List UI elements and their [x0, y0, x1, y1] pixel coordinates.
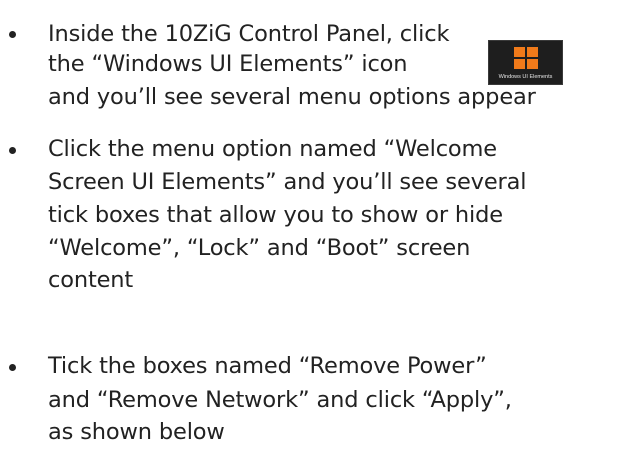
bullet-line: Click the menu option named “Welcome	[48, 136, 497, 162]
bullet-line: Tick the boxes named “Remove Power”	[48, 353, 487, 379]
windows-ui-elements-icon: Windows UI Elements	[488, 40, 563, 85]
bullet-line: content	[48, 267, 134, 293]
bullet-line: tick boxes that allow you to show or hid…	[48, 202, 503, 228]
bullet-dot	[9, 364, 16, 371]
bullet-line: and you’ll see several menu options appe…	[48, 84, 536, 110]
bullet-line: the “Windows UI Elements” icon	[48, 51, 408, 77]
instructions-document: Inside the 10ZiG Control Panel, click th…	[0, 0, 626, 475]
bullet-line: Screen UI Elements” and you’ll see sever…	[48, 169, 527, 195]
windows-logo-icon	[514, 47, 538, 69]
bullet-dot	[9, 147, 16, 154]
bullet-line: “Welcome”, “Lock” and “Boot” screen	[48, 235, 471, 261]
bullet-line: as shown below	[48, 419, 225, 445]
bullet-line: and “Remove Network” and click “Apply”,	[48, 387, 512, 413]
bullet-dot	[9, 31, 16, 38]
icon-caption: Windows UI Elements	[498, 74, 553, 80]
bullet-line: Inside the 10ZiG Control Panel, click	[48, 21, 450, 47]
